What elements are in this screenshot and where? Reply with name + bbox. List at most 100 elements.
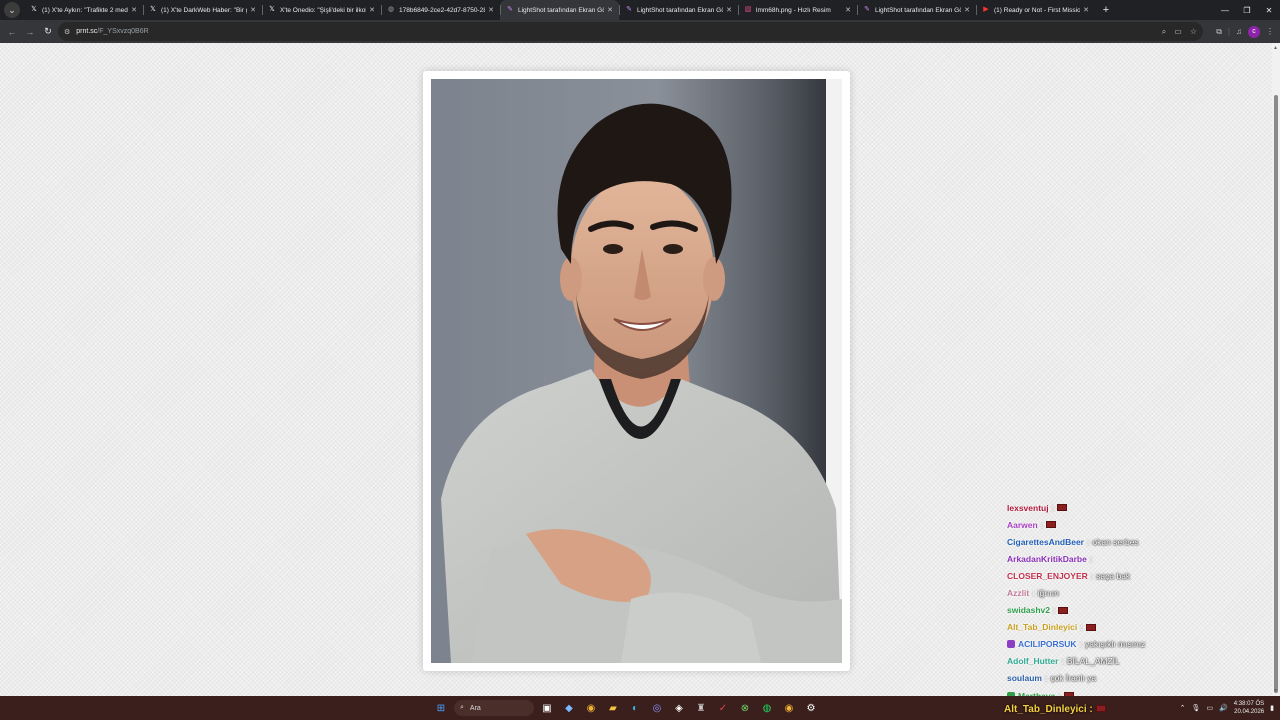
network-icon[interactable]: ▭ bbox=[1206, 704, 1213, 712]
close-tab-icon[interactable]: ✕ bbox=[607, 6, 613, 14]
close-tab-icon[interactable]: ✕ bbox=[964, 6, 970, 14]
back-icon[interactable]: ← bbox=[3, 23, 21, 41]
url-path: /F_YSxvzq0B6R bbox=[97, 28, 149, 35]
chat-message: Alt_Tab_Dinleyici: bbox=[1007, 619, 1247, 636]
chat-text: BİLAL_AMZİL bbox=[1066, 656, 1120, 667]
taskbar-search[interactable]: ⌕ Ara bbox=[454, 700, 534, 716]
minimize-icon[interactable]: — bbox=[1214, 0, 1236, 20]
stream-chat-overlay: lexsventuj: Aarwen: CigarettesAndBeer: okan… bbox=[1007, 499, 1247, 696]
chat-message: CLOSER_ENJOYER: saça bak bbox=[1007, 567, 1247, 584]
chat-message: Adolf_Hutter: BİLAL_AMZİL bbox=[1007, 653, 1247, 670]
app-icon[interactable]: ♜ bbox=[692, 699, 710, 717]
chat-username: CLOSER_ENJOYER bbox=[1007, 570, 1088, 581]
tab-title: LightShot tarafından Ekran Gö bbox=[637, 6, 724, 14]
xbox-icon[interactable]: ⊗ bbox=[736, 699, 754, 717]
chat-text: okan serbes bbox=[1092, 536, 1139, 547]
new-tab-button[interactable]: + bbox=[1099, 4, 1113, 16]
close-tab-icon[interactable]: ✕ bbox=[845, 6, 851, 14]
flag-icon bbox=[1085, 623, 1096, 631]
flag-icon bbox=[1095, 705, 1106, 712]
spotify-icon[interactable]: ◍ bbox=[758, 699, 776, 717]
clock[interactable]: 4:38:07 ÖS 20.04.2026 bbox=[1234, 700, 1264, 716]
task-view-icon[interactable]: ▣ bbox=[538, 699, 556, 717]
tab-3[interactable]: 𝕏 X'te Onedio: "Şişli'deki bir ilkok ✕ bbox=[262, 0, 381, 20]
chat-username: Alt_Tab_Dinleyici bbox=[1007, 622, 1078, 633]
chat-text: yakışıklı mısınız bbox=[1084, 639, 1146, 650]
tab-5[interactable]: ✎ LightShot tarafından Ekran Gö ✕ bbox=[500, 0, 619, 20]
chat-username: ArkadanKritikDarbe bbox=[1007, 553, 1087, 564]
close-window-icon[interactable]: ✕ bbox=[1258, 0, 1280, 20]
image-icon: ▧ bbox=[744, 6, 752, 13]
close-tab-icon[interactable]: ✕ bbox=[131, 6, 137, 14]
extensions-icon[interactable]: ⧉ bbox=[1216, 27, 1222, 37]
discord-icon[interactable]: ◎ bbox=[648, 699, 666, 717]
menu-icon[interactable]: ⋮ bbox=[1266, 27, 1274, 36]
tab-8[interactable]: ✎ LightShot tarafından Ekran Gö ✕ bbox=[857, 0, 976, 20]
feather-icon: ✎ bbox=[864, 6, 870, 13]
chat-username: swidashv2 bbox=[1007, 605, 1050, 616]
scrollbar-thumb[interactable] bbox=[1274, 95, 1278, 693]
notifications-icon[interactable]: ▮ bbox=[1270, 704, 1274, 712]
tab-title: 178b6849-2ce2-42d7-8750-28 bbox=[399, 6, 486, 14]
settings-icon[interactable]: ⚙ bbox=[802, 699, 820, 717]
media-icon[interactable]: ♫ bbox=[1236, 27, 1242, 36]
chat-overlay-user: Alt_Tab_Dinleyici : bbox=[1004, 704, 1106, 715]
tab-9[interactable]: ▶ (1) Ready or Not - First Mission ✕ bbox=[976, 0, 1095, 20]
copilot-icon[interactable]: ◆ bbox=[560, 699, 578, 717]
tab-title: X'te Onedio: "Şişli'deki bir ilkok bbox=[280, 6, 367, 14]
tab-1[interactable]: 𝕏 (1) X'te Aykırı: "Trafikte 2 meden ✕ bbox=[24, 0, 143, 20]
cast-icon[interactable]: ▭ bbox=[1174, 27, 1182, 36]
tab-2[interactable]: 𝕏 (1) X'te DarkWeb Haber: "Bir gü ✕ bbox=[143, 0, 262, 20]
chat-text: iğrııın bbox=[1037, 588, 1059, 599]
file-explorer-icon[interactable]: ▰ bbox=[604, 699, 622, 717]
chat-message: Marthava: bbox=[1007, 687, 1247, 696]
close-tab-icon[interactable]: ✕ bbox=[1083, 6, 1089, 14]
zoom-icon[interactable]: ⌕ bbox=[1162, 27, 1166, 37]
tray-overflow-icon[interactable]: ⌃ bbox=[1180, 704, 1186, 712]
chrome-icon[interactable]: ◉ bbox=[582, 699, 600, 717]
window-controls: — ❐ ✕ bbox=[1214, 0, 1280, 20]
scroll-up-icon[interactable]: ▲ bbox=[1273, 45, 1278, 51]
chat-separator: : bbox=[1051, 502, 1054, 513]
screenshot-frame bbox=[423, 71, 850, 671]
todo-icon[interactable]: ✓ bbox=[714, 699, 732, 717]
feather-icon: ✎ bbox=[507, 6, 513, 13]
tab-6[interactable]: ✎ LightShot tarafından Ekran Gö ✕ bbox=[619, 0, 738, 20]
bookmark-star-icon[interactable]: ☆ bbox=[1190, 27, 1197, 36]
flag-icon bbox=[1058, 606, 1069, 614]
scroll-down-icon[interactable]: ▼ bbox=[1273, 688, 1278, 694]
close-tab-icon[interactable]: ✕ bbox=[250, 6, 256, 14]
address-bar[interactable]: ⚙ prnt.sc /F_YSxvzq0B6R ⌕ ▭ ☆ bbox=[58, 22, 1203, 41]
volume-icon[interactable]: 🔊 bbox=[1219, 704, 1228, 712]
chat-message: ArkadanKritikDarbe: bbox=[1007, 550, 1247, 567]
chat-separator: : bbox=[1040, 519, 1044, 530]
youtube-icon: ▶ bbox=[983, 6, 989, 13]
tab-search-icon[interactable]: ⌄ bbox=[4, 2, 20, 18]
tab-title: (1) Ready or Not - First Mission bbox=[994, 6, 1081, 14]
tab-title: (1) X'te Aykırı: "Trafikte 2 meden bbox=[42, 6, 129, 14]
chat-text: çok İranlı ya bbox=[1050, 673, 1097, 684]
close-tab-icon[interactable]: ✕ bbox=[726, 6, 732, 14]
tab-7[interactable]: ▧ lmm68h.png - Hızlı Resim ✕ bbox=[738, 0, 857, 20]
close-tab-icon[interactable]: ✕ bbox=[488, 6, 494, 14]
start-windows-icon[interactable]: ⊞ bbox=[432, 699, 450, 717]
chrome-profile-icon[interactable]: ◉ bbox=[780, 699, 798, 717]
chat-text: saça bak bbox=[1096, 570, 1131, 581]
tab-4[interactable]: ◍ 178b6849-2ce2-42d7-8750-28 ✕ bbox=[381, 0, 500, 20]
chat-separator: : bbox=[1044, 673, 1048, 684]
restore-icon[interactable]: ❐ bbox=[1236, 0, 1258, 20]
scrollbar[interactable]: ▲ ▼ bbox=[1272, 43, 1280, 696]
chat-separator: : bbox=[1032, 588, 1035, 599]
microphone-icon[interactable]: 🎙 bbox=[1192, 704, 1201, 712]
steam-icon[interactable]: ◈ bbox=[670, 699, 688, 717]
chat-username: Aarwen bbox=[1007, 519, 1038, 530]
edge-icon[interactable]: ◐ bbox=[626, 699, 644, 717]
close-tab-icon[interactable]: ✕ bbox=[369, 6, 375, 14]
site-info-icon[interactable]: ⚙ bbox=[64, 28, 70, 36]
chat-separator: : bbox=[1061, 656, 1064, 667]
chat-message: Azzlit: iğrııın bbox=[1007, 584, 1247, 601]
forward-icon[interactable]: → bbox=[21, 23, 39, 41]
chat-overlay-user-label: Alt_Tab_Dinleyici : bbox=[1004, 704, 1093, 715]
profile-avatar[interactable]: c bbox=[1248, 25, 1260, 38]
reload-icon[interactable]: ↻ bbox=[39, 23, 57, 41]
